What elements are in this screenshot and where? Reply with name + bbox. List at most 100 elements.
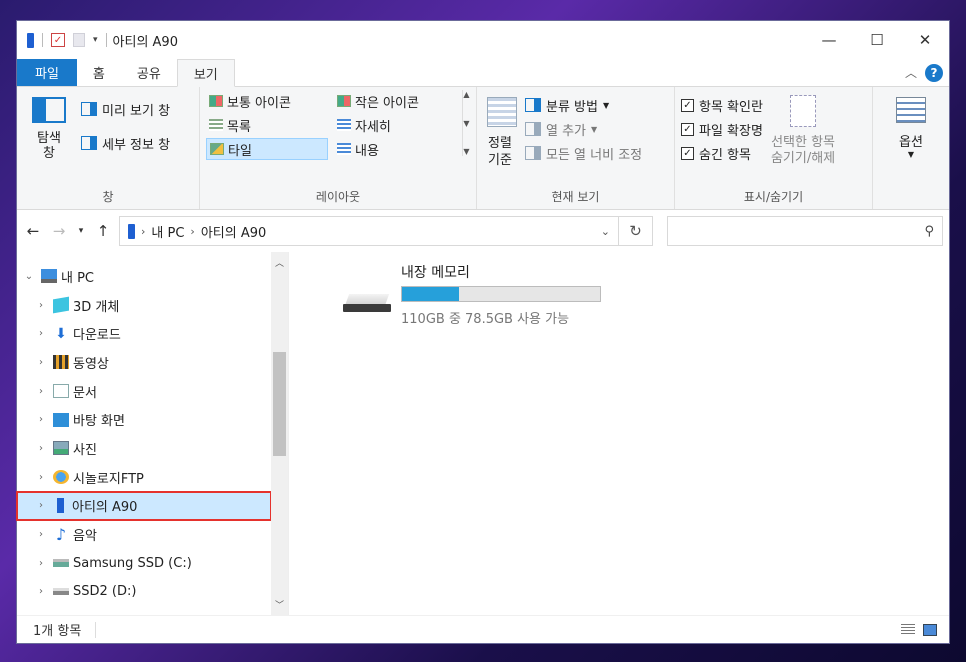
nav-pane-button[interactable]: 탐색 창 [23,91,75,185]
layout-gallery-scroll[interactable]: ▲ ▼ ▼ [462,90,470,156]
chevron-down-icon[interactable]: ⌄ [601,225,610,238]
chevron-right-icon[interactable]: › [33,328,49,339]
tree-scrollbar[interactable]: ︿ ﹀ [271,252,288,615]
phone-icon [128,223,135,239]
options-label: 옵션 [899,135,923,150]
tree-item-pictures[interactable]: › 사진 [17,434,288,463]
forward-arrow-icon[interactable]: → [49,222,69,240]
chevron-right-icon[interactable]: › [33,357,49,368]
group-pane: 탐색 창 미리 보기 창 세부 정보 창 창 [17,87,200,209]
breadcrumb-device[interactable]: 아티의 A90 [201,222,266,241]
ribbon: 탐색 창 미리 보기 창 세부 정보 창 창 보통 아이콘 작은 아이콘 목록 … [17,87,949,210]
collapse-ribbon-icon[interactable]: ︿ [905,64,917,81]
help-icon[interactable]: ? [925,63,943,82]
tab-share[interactable]: 공유 [121,59,177,86]
tab-home[interactable]: 홈 [77,59,121,86]
group-label-show-hide: 표시/숨기기 [743,190,804,204]
new-folder-icon[interactable] [73,33,85,47]
chevron-down-icon[interactable]: ⌄ [21,271,37,282]
address-bar[interactable]: › 내 PC › 아티의 A90 ⌄ [119,216,619,246]
window-title: 아티의 A90 [112,34,178,50]
chevron-right-icon[interactable]: › [33,472,49,483]
details-pane-label: 세부 정보 창 [102,137,171,153]
hidden-items-toggle[interactable]: ✓ 숨긴 항목 [681,141,763,165]
chevron-right-icon[interactable]: › [33,529,49,540]
properties-icon[interactable]: ✓ [51,33,65,47]
breadcrumb-pc[interactable]: 내 PC [151,222,184,241]
phone-icon [27,32,34,48]
close-button[interactable]: ✕ [901,21,949,59]
refresh-button[interactable]: ↻ [619,216,653,246]
tree-item-desktop[interactable]: › 바탕 화면 [17,405,288,434]
tree-item-documents[interactable]: › 문서 [17,377,288,406]
back-arrow-icon[interactable]: ← [23,222,43,240]
tree-item-videos[interactable]: › 동영상 [17,348,288,377]
chevron-down-icon[interactable]: ▾ [93,35,98,45]
video-icon [53,355,69,370]
tree-item-music[interactable]: › ♪ 음악 [17,520,288,549]
expand-gallery-icon[interactable]: ▼ [463,147,469,156]
layout-item-label: 보통 아이콘 [227,95,291,111]
group-label-pane: 창 [102,190,114,204]
title-bar: ✓ ▾ 아티의 A90 — ☐ ✕ [17,21,949,59]
scroll-thumb[interactable] [273,352,286,456]
layout-small-icons[interactable]: 작은 아이콘 [334,90,458,112]
layout-details[interactable]: 자세히 [334,114,458,136]
tree-item-3d-objects[interactable]: › 3D 개체 [17,291,288,320]
tree-item-label: SSD2 (D:) [73,584,137,600]
chevron-right-icon[interactable]: › [33,414,49,425]
minimize-button[interactable]: — [805,21,853,59]
maximize-button[interactable]: ☐ [853,21,901,59]
preview-pane-button[interactable]: 미리 보기 창 [81,97,170,121]
layout-tiles[interactable]: 타일 [206,138,328,160]
up-arrow-icon[interactable]: ↑ [93,222,113,240]
drive-icon [53,588,69,596]
add-columns-button[interactable]: 열 추가 ▼ [525,117,642,141]
details-pane-button[interactable]: 세부 정보 창 [81,131,170,155]
chevron-right-icon[interactable]: › [33,443,49,454]
chevron-right-icon[interactable]: › [33,558,49,569]
storage-tile[interactable]: 내장 메모리 110GB 중 78.5GB 사용 가능 [343,262,601,327]
options-button[interactable]: 옵션 ▼ [896,91,926,185]
chevron-right-icon[interactable]: › [33,300,49,311]
details-view-icon[interactable] [901,623,915,636]
download-icon: ⬇ [55,325,67,342]
tree-item-downloads[interactable]: › ⬇ 다운로드 [17,319,288,348]
chevron-right-icon[interactable]: › [190,225,194,238]
item-checkboxes-toggle[interactable]: ✓ 항목 확인란 [681,93,763,117]
tree-item-drive-c[interactable]: › Samsung SSD (C:) [17,549,288,578]
sort-by-button[interactable]: 정렬 기준 [483,91,517,185]
chevron-right-icon[interactable]: › [33,500,49,511]
chevron-right-icon[interactable]: › [33,586,49,597]
search-icon: ⚲ [924,223,934,239]
layout-gallery: 보통 아이콘 작은 아이콘 목록 자세히 타일 내용 [206,90,458,185]
scroll-down-icon[interactable]: ﹀ [271,598,288,611]
group-by-button[interactable]: 분류 방법 ▼ [525,93,642,117]
explorer-window: ✓ ▾ 아티의 A90 — ☐ ✕ 파일 홈 공유 보기 ︿ ? 탐색 창 미리… [16,20,950,644]
layout-item-label: 타일 [228,143,252,159]
chevron-right-icon[interactable]: › [141,225,145,238]
tree-item-synology-ftp[interactable]: › 시놀로지FTP [17,463,288,492]
tiles-view-icon[interactable] [923,623,937,636]
file-extensions-toggle[interactable]: ✓ 파일 확장명 [681,117,763,141]
recent-locations-icon[interactable]: ▾ [75,226,87,236]
divider [42,33,43,47]
scroll-up-icon[interactable]: ︿ [271,256,288,269]
group-by-icon [525,98,541,112]
chevron-right-icon[interactable]: › [33,386,49,397]
tab-file[interactable]: 파일 [17,59,77,86]
layout-list[interactable]: 목록 [206,114,328,136]
scroll-up-icon[interactable]: ▲ [463,90,469,99]
fit-columns-button[interactable]: 모든 열 너비 조정 [525,141,642,165]
tab-view[interactable]: 보기 [176,59,235,87]
hide-selected-button[interactable]: 선택한 항목 숨기기/해제 [771,91,835,185]
quick-access-toolbar: ✓ ▾ [27,32,107,48]
scroll-down-icon[interactable]: ▼ [463,119,469,128]
chevron-down-icon: ▼ [602,100,610,110]
layout-medium-icons[interactable]: 보통 아이콘 [206,90,328,112]
search-input[interactable]: ⚲ [667,216,943,246]
tree-item-my-pc[interactable]: ⌄ 내 PC [17,262,288,291]
tree-item-device[interactable]: › 아티의 A90 [16,490,272,522]
tree-item-drive-d[interactable]: › SSD2 (D:) [17,578,288,607]
layout-content[interactable]: 내용 [334,138,458,160]
